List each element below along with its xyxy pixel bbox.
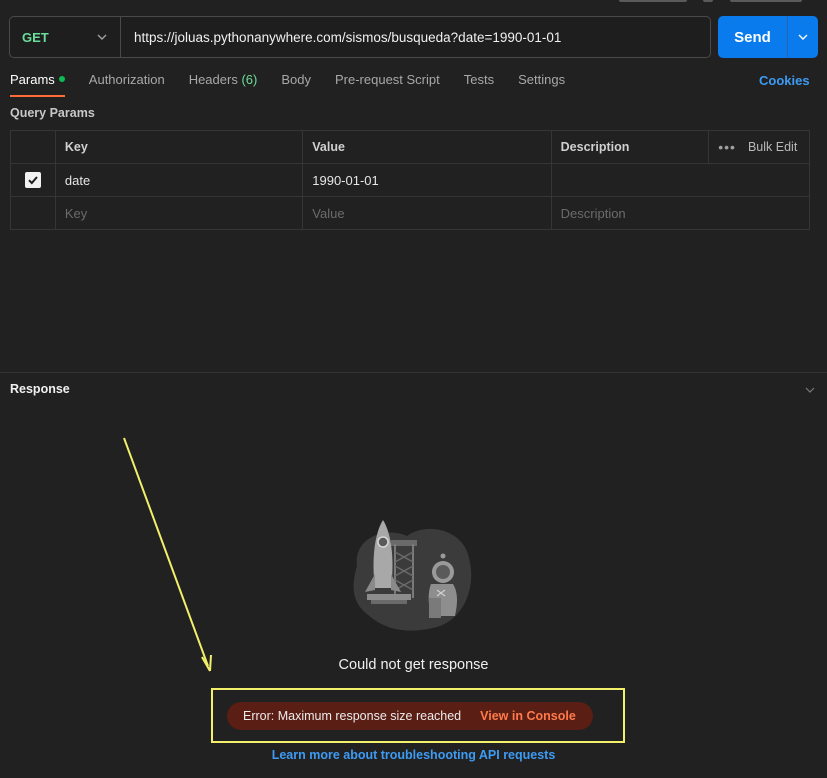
chevron-down-icon: [97, 34, 107, 40]
request-url-bar: GET https://joluas.pythonanywhere.com/si…: [9, 16, 711, 58]
view-in-console-link[interactable]: View in Console: [480, 709, 576, 723]
bulk-edit-cell: ••• Bulk Edit: [709, 131, 809, 163]
param-value-cell[interactable]: 1990-01-01: [303, 164, 552, 196]
method-label: GET: [22, 29, 49, 45]
error-banner: Error: Maximum response size reached Vie…: [227, 702, 593, 730]
active-dot-icon: [58, 76, 65, 82]
tab-params[interactable]: Params: [10, 72, 65, 97]
new-description-input[interactable]: Description: [552, 197, 809, 229]
column-header-key: Key: [56, 131, 304, 163]
column-header-value: Value: [303, 131, 552, 163]
tab-params-label: Params: [10, 72, 55, 87]
header-checkbox-cell: [11, 131, 56, 163]
tab-headers[interactable]: Headers (6): [189, 72, 258, 96]
chevron-down-icon: [798, 34, 808, 40]
tab-pre-request-script[interactable]: Pre-request Script: [335, 72, 440, 96]
method-selector[interactable]: GET: [10, 17, 121, 57]
empty-checkbox-cell: [11, 197, 56, 229]
param-checkbox[interactable]: [24, 172, 41, 188]
error-message: Error: Maximum response size reached: [243, 709, 462, 723]
table-row-empty: Key Value Description: [11, 197, 809, 229]
row-checkbox-cell: [11, 164, 56, 196]
tab-body-label: Body: [281, 72, 311, 87]
query-params-title: Query Params: [10, 106, 95, 120]
top-control-stub: [619, 0, 687, 2]
tab-authorization[interactable]: Authorization: [89, 72, 165, 96]
table-row: date 1990-01-01: [11, 164, 809, 197]
send-button[interactable]: Send: [718, 16, 787, 58]
tab-body[interactable]: Body: [281, 72, 311, 96]
new-key-input[interactable]: Key: [56, 197, 304, 229]
tab-tests[interactable]: Tests: [464, 72, 494, 96]
learn-more-link[interactable]: Learn more about troubleshooting API req…: [0, 748, 827, 762]
rocket-astronaut-illustration: [353, 520, 472, 631]
bulk-edit-button[interactable]: Bulk Edit: [748, 140, 797, 154]
param-key-cell[interactable]: date: [56, 164, 304, 196]
tab-pre-request-script-label: Pre-request Script: [334, 72, 440, 87]
column-header-description: Description: [552, 131, 710, 163]
more-options-icon[interactable]: •••: [718, 139, 736, 155]
new-value-input[interactable]: Value: [303, 197, 552, 229]
param-description-cell[interactable]: [552, 164, 809, 196]
cookies-link[interactable]: Cookies: [759, 73, 810, 88]
tab-headers-label: Headers: [188, 72, 238, 87]
chevron-down-icon[interactable]: [804, 384, 816, 396]
table-header-row: Key Value Description ••• Bulk Edit: [11, 131, 809, 164]
tab-tests-label: Tests: [463, 72, 495, 87]
request-tabs: Params Authorization Headers (6) Body Pr…: [10, 72, 589, 97]
checkmark-icon: [28, 176, 38, 185]
top-control-stub: [730, 0, 802, 2]
url-input[interactable]: https://joluas.pythonanywhere.com/sismos…: [121, 30, 561, 45]
tab-settings-label: Settings: [518, 72, 566, 87]
tab-authorization-label: Authorization: [88, 72, 165, 87]
empty-response-message: Could not get response: [338, 657, 489, 673]
headers-count: (6): [241, 72, 258, 87]
arrow-annotation: [123, 437, 212, 672]
response-title: Response: [10, 382, 70, 396]
pane-divider[interactable]: [0, 372, 827, 373]
send-button-group: Send: [718, 16, 818, 58]
tab-settings[interactable]: Settings: [518, 72, 565, 96]
top-control-stub: [703, 0, 713, 2]
send-dropdown-button[interactable]: [787, 16, 818, 58]
query-params-table: Key Value Description ••• Bulk Edit date…: [10, 130, 810, 230]
